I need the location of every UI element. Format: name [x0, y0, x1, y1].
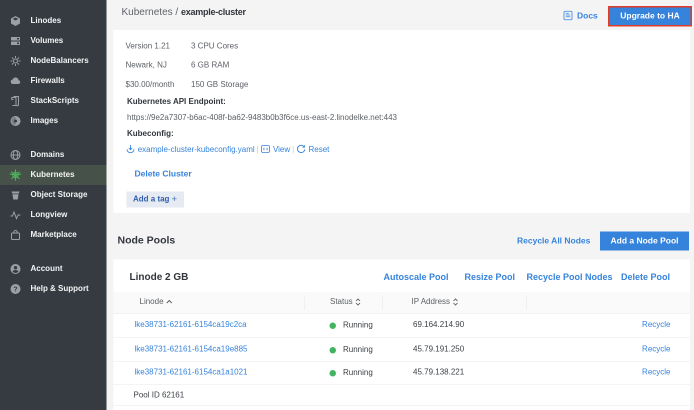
svg-text:?: ? — [13, 287, 17, 294]
